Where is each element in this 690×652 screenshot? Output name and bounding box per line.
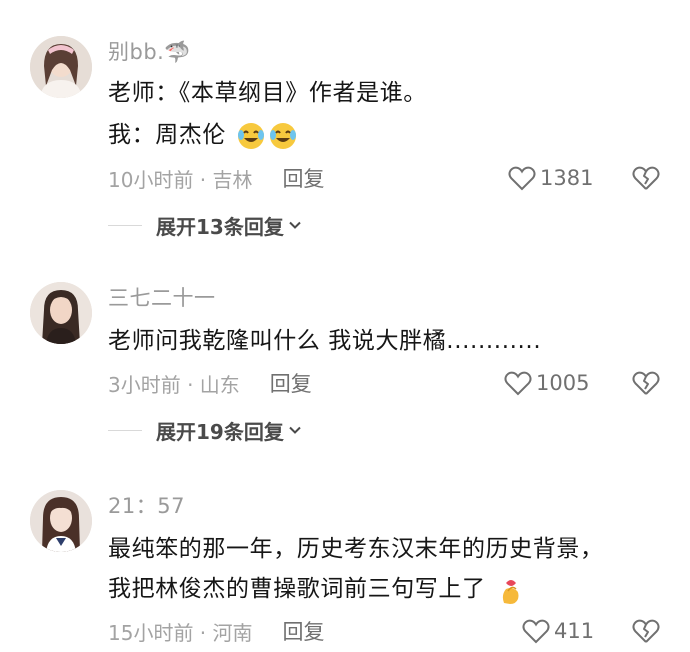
- like-button[interactable]: 411: [522, 616, 594, 646]
- broken-heart-icon: [632, 619, 660, 643]
- username[interactable]: 21：57: [108, 490, 185, 520]
- dislike-button[interactable]: [632, 617, 660, 645]
- comment-text: 我：周杰伦: [108, 122, 226, 148]
- like-count: 411: [554, 619, 595, 643]
- comment-text-line: 我：周杰伦: [108, 120, 298, 151]
- time-location: 10小时前 · 吉林: [108, 167, 253, 192]
- comment-item: 21：57 最纯笨的那一年，历史考东汉末年的历史背景， 我把林俊杰的曹操歌词前三…: [0, 470, 690, 652]
- reply-button[interactable]: 回复: [283, 163, 325, 193]
- chevron-down-icon: [289, 221, 301, 229]
- username[interactable]: 别bb.🦈: [108, 36, 191, 66]
- heart-icon: [508, 166, 536, 191]
- like-count: 1005: [536, 371, 590, 395]
- expand-replies-label: 展开19条回复: [156, 419, 284, 444]
- comment-meta: 15小时前 · 河南 回复: [108, 616, 325, 646]
- avatar[interactable]: [30, 36, 92, 98]
- time-location: 15小时前 · 河南: [108, 620, 253, 645]
- time-location: 3小时前 · 山东: [108, 372, 240, 397]
- broken-heart-icon: [632, 166, 660, 190]
- heart-icon: [522, 619, 550, 644]
- comment-item: 别bb.🦈 老师：《本草纲目》作者是谁。 我：周杰伦 10小时前 · 吉林 回复…: [0, 0, 690, 260]
- username[interactable]: 三七二十一: [108, 282, 216, 312]
- reply-button[interactable]: 回复: [283, 616, 325, 646]
- crying-laughing-emoji-icon: [236, 121, 266, 151]
- expand-replies-button[interactable]: 展开13条回复: [108, 210, 302, 240]
- like-count: 1381: [540, 166, 594, 190]
- comment-text-line: 老师问我乾隆叫什么 我说大胖橘............: [108, 328, 542, 354]
- crying-laughing-emoji-icon: [268, 121, 298, 151]
- divider: [108, 429, 142, 431]
- heart-icon: [504, 371, 532, 396]
- divider: [108, 224, 142, 226]
- broken-heart-icon: [632, 371, 660, 395]
- comment-meta: 10小时前 · 吉林 回复: [108, 163, 325, 193]
- avatar[interactable]: [30, 282, 92, 344]
- comment-text-line: 我把林俊杰的曹操歌词前三句写上了: [108, 574, 526, 605]
- comment-text: 我把林俊杰的曹操歌词前三句写上了: [108, 576, 486, 602]
- expand-replies-button[interactable]: 展开19条回复: [108, 415, 302, 445]
- comment-item: 三七二十一 老师问我乾隆叫什么 我说大胖橘............ 3小时前 ·…: [0, 260, 690, 470]
- comment-meta: 3小时前 · 山东 回复: [108, 368, 312, 398]
- finger-heart-emoji-icon: [496, 575, 526, 605]
- reply-button[interactable]: 回复: [270, 368, 312, 398]
- expand-replies-label: 展开13条回复: [156, 214, 284, 239]
- like-button[interactable]: 1005: [504, 368, 589, 398]
- comment-text-line: 最纯笨的那一年，历史考东汉末年的历史背景，: [108, 536, 604, 562]
- dislike-button[interactable]: [632, 164, 660, 192]
- dislike-button[interactable]: [632, 369, 660, 397]
- comment-text-line: 老师：《本草纲目》作者是谁。: [108, 80, 427, 106]
- chevron-down-icon: [289, 426, 301, 434]
- avatar[interactable]: [30, 490, 92, 552]
- like-button[interactable]: 1381: [508, 163, 593, 193]
